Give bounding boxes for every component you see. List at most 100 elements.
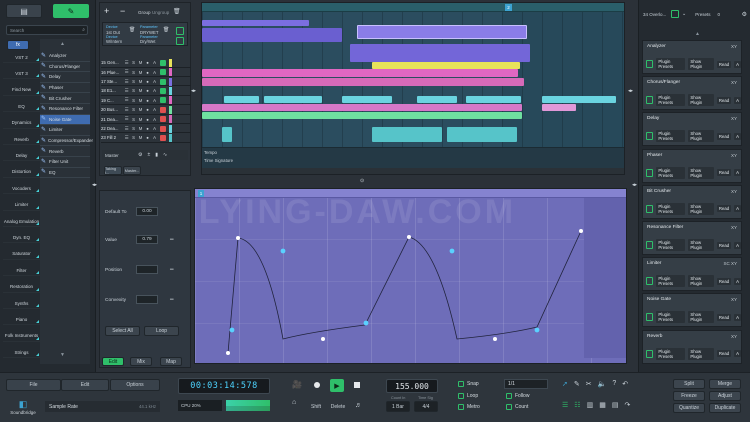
xy-button[interactable]: XY bbox=[731, 297, 737, 302]
play-button[interactable]: ▶ bbox=[330, 379, 344, 392]
automation-toggle[interactable] bbox=[176, 27, 184, 35]
arrangement-view[interactable]: 2 Tempo Time Signature bbox=[201, 2, 625, 175]
shift-button[interactable]: Shift bbox=[308, 401, 324, 412]
category-item[interactable]: Vocoders bbox=[3, 183, 40, 195]
piano-view-icon[interactable]: ▥ bbox=[587, 401, 594, 409]
browser-button[interactable]: ▤ bbox=[6, 4, 42, 18]
category-item[interactable]: Limiter bbox=[3, 200, 40, 211]
param-trash-icon[interactable]: 🗑 bbox=[163, 27, 169, 33]
track-button[interactable]: A bbox=[151, 117, 158, 122]
xy-button[interactable]: XY bbox=[731, 225, 737, 230]
clip-10[interactable] bbox=[342, 96, 392, 103]
plugin-presets-button[interactable]: Plugin Presets bbox=[656, 239, 686, 251]
xy-button[interactable]: XY bbox=[731, 334, 737, 339]
position-step-icon[interactable]: ═ bbox=[170, 267, 174, 273]
scroll-up-icon[interactable]: ▲ bbox=[695, 31, 700, 37]
plugin-read-button[interactable]: Read bbox=[716, 132, 732, 140]
track-menu-icon[interactable]: ☰ bbox=[123, 79, 130, 85]
track-button[interactable]: ● bbox=[144, 135, 151, 140]
effect-item[interactable]: ✎ Noise Gate bbox=[40, 114, 90, 126]
category-item[interactable]: Piano bbox=[3, 314, 40, 326]
clip-15[interactable] bbox=[542, 104, 576, 111]
preset-power-toggle[interactable] bbox=[671, 10, 679, 18]
track-button[interactable]: ● bbox=[144, 70, 151, 75]
track-button[interactable]: ● bbox=[144, 117, 151, 122]
category-item[interactable]: Restoration bbox=[3, 282, 40, 293]
settings-icon[interactable]: ⚙ bbox=[138, 152, 142, 158]
track-record-button[interactable] bbox=[160, 87, 166, 94]
automation-point[interactable] bbox=[493, 337, 497, 341]
track-button[interactable]: ● bbox=[144, 98, 151, 103]
tab-edit[interactable]: Edit bbox=[102, 357, 124, 366]
automation-point[interactable] bbox=[321, 337, 325, 341]
clip-19[interactable] bbox=[447, 127, 517, 142]
plugin-a-button[interactable]: A bbox=[734, 350, 741, 358]
effect-item[interactable]: ✎ Limiter bbox=[40, 125, 90, 136]
clip-9[interactable] bbox=[264, 96, 322, 103]
pencil-tool-icon[interactable]: ✎ bbox=[574, 380, 580, 388]
curve-icon[interactable]: ∿ bbox=[163, 152, 167, 158]
plugin-power-toggle[interactable] bbox=[646, 204, 654, 213]
position-field[interactable] bbox=[136, 265, 158, 274]
camera-icon[interactable]: 🎥 bbox=[292, 380, 302, 389]
track-button[interactable]: S bbox=[130, 88, 137, 93]
track-row[interactable]: 15 Gen... ☰ S M ● A bbox=[101, 58, 191, 68]
track-row[interactable]: 18 E1... ☰ S M ● A bbox=[101, 86, 191, 96]
collapse-left-icon[interactable]: ◂▸ bbox=[191, 88, 196, 94]
time-sig-field[interactable]: 4/4 bbox=[414, 401, 438, 412]
track-row[interactable]: 16 Plue... ☰ S M ● A bbox=[101, 68, 191, 77]
tab-taking[interactable]: Taking i... bbox=[104, 166, 122, 175]
clip-16[interactable] bbox=[202, 112, 522, 119]
select-all-button[interactable]: Select All bbox=[105, 326, 140, 336]
track-button[interactable]: S bbox=[130, 117, 137, 122]
xy-button[interactable]: XY bbox=[731, 116, 737, 121]
loop-checkbox[interactable] bbox=[458, 393, 464, 399]
loop-toggle[interactable]: Loop bbox=[458, 393, 478, 399]
collapse-left-bottom-icon[interactable]: ◂▸ bbox=[92, 182, 97, 188]
track-record-button[interactable] bbox=[160, 125, 166, 132]
xy-button[interactable]: XY bbox=[731, 44, 737, 49]
track-button[interactable]: S bbox=[130, 98, 137, 103]
clip-7[interactable] bbox=[202, 78, 524, 86]
clip-11[interactable] bbox=[417, 96, 457, 103]
track-button[interactable]: ● bbox=[144, 126, 151, 131]
category-item[interactable]: Synths bbox=[3, 298, 40, 309]
search-input[interactable]: Search ⌕ bbox=[6, 25, 88, 35]
duplicate-button[interactable]: Duplicate bbox=[709, 403, 741, 413]
grid-view-icon[interactable]: ▦ bbox=[599, 401, 606, 409]
xy-button[interactable]: XY bbox=[731, 153, 737, 158]
track-record-button[interactable] bbox=[160, 97, 166, 104]
category-item[interactable]: Find New bbox=[3, 85, 40, 96]
clip-4[interactable] bbox=[350, 44, 530, 62]
help-icon[interactable]: ? bbox=[612, 380, 616, 388]
options-menu[interactable]: Options bbox=[110, 379, 160, 391]
automation-toggle-2[interactable] bbox=[176, 37, 184, 45]
automation-handle[interactable] bbox=[449, 248, 455, 254]
tab-map[interactable]: Map bbox=[160, 357, 182, 366]
plugins-button[interactable]: ✎ bbox=[53, 4, 89, 18]
playhead-marker[interactable]: 2 bbox=[505, 4, 512, 11]
plugin-a-button[interactable]: A bbox=[734, 132, 741, 140]
plugin-a-button[interactable]: A bbox=[734, 60, 741, 68]
effect-item[interactable]: ✎ Bit Crusher bbox=[40, 93, 90, 104]
category-item[interactable]: Folk Instruments bbox=[3, 331, 40, 342]
plugin-read-button[interactable]: Read bbox=[716, 277, 732, 285]
track-menu-icon[interactable]: ☰ bbox=[123, 135, 130, 141]
plugin-a-button[interactable]: A bbox=[734, 313, 741, 321]
automation-point[interactable] bbox=[407, 235, 411, 239]
count-in-field[interactable]: 1 Bar bbox=[386, 401, 410, 412]
clip-8[interactable] bbox=[224, 96, 259, 103]
plugin-show-button[interactable]: Show Plugin bbox=[688, 166, 714, 179]
track-record-button[interactable] bbox=[160, 78, 166, 85]
track-button[interactable]: M bbox=[137, 117, 144, 122]
plugin-read-button[interactable]: Read bbox=[716, 350, 732, 358]
track-menu-icon[interactable]: ☰ bbox=[123, 116, 130, 122]
split-button[interactable]: Split bbox=[673, 379, 705, 389]
category-item[interactable]: Dyn. EQ bbox=[3, 232, 40, 244]
value-step-icon[interactable]: ═ bbox=[170, 237, 174, 243]
group-button[interactable]: Group bbox=[138, 10, 151, 15]
plugin-show-button[interactable]: Show Plugin bbox=[688, 275, 714, 288]
track-row[interactable]: 19 C... ☰ S M ● A bbox=[101, 96, 191, 106]
effect-item[interactable]: ✎ EQ bbox=[40, 168, 90, 179]
clip-1[interactable] bbox=[202, 20, 309, 26]
